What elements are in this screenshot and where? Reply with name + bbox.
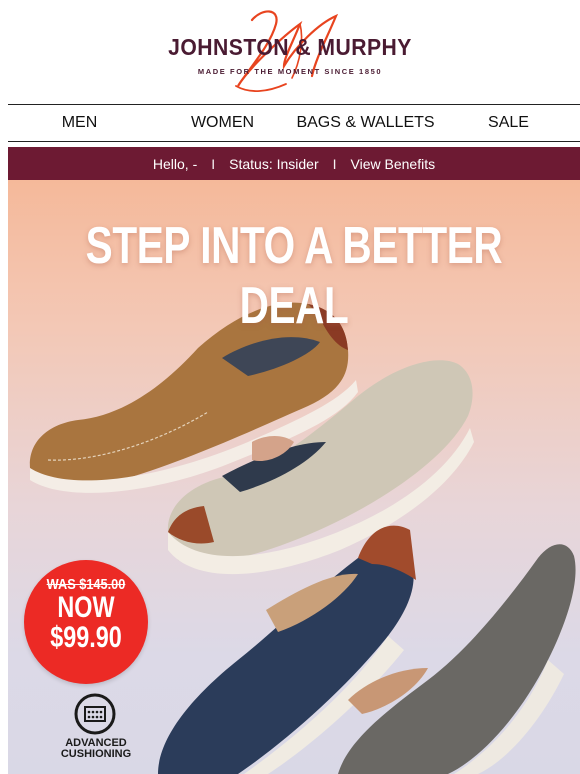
nav-item-women[interactable]: WOMEN xyxy=(151,114,294,132)
member-status: Status: Insider xyxy=(229,155,319,172)
hero-banner[interactable]: STEP INTO A BETTER DEAL xyxy=(8,180,580,774)
feature-label-line2: CUSHIONING xyxy=(60,748,132,760)
nav-bottom-divider xyxy=(8,141,580,142)
feature-label: ADVANCED CUSHIONING xyxy=(40,738,152,760)
brand-header[interactable]: JOHNSTON & MURPHY MADE FOR THE MOMENT SI… xyxy=(0,0,580,104)
price-badge[interactable]: WAS $145.00 NOW $99.90 xyxy=(24,560,148,684)
main-nav: MEN WOMEN BAGS & WALLETS SALE xyxy=(8,106,580,140)
member-bar: Hello, - I Status: Insider I View Benefi… xyxy=(8,147,580,180)
nav-item-sale[interactable]: SALE xyxy=(437,114,580,132)
cushion-icon xyxy=(74,693,116,735)
nav-item-men[interactable]: MEN xyxy=(8,114,151,132)
view-benefits-link[interactable]: View Benefits xyxy=(351,156,436,172)
now-label: NOW xyxy=(57,591,115,624)
nav-top-divider xyxy=(8,104,580,105)
nav-item-bags-wallets[interactable]: BAGS & WALLETS xyxy=(294,114,437,132)
member-greeting: Hello, - xyxy=(152,155,198,172)
sale-price: $99.90 xyxy=(50,621,122,654)
brand-name: JOHNSTON & MURPHY xyxy=(168,34,412,60)
hero-headline: STEP INTO A BETTER DEAL xyxy=(85,217,503,335)
brand-tagline: MADE FOR THE MOMENT SINCE 1850 xyxy=(197,67,383,76)
separator: I xyxy=(211,155,216,172)
separator: I xyxy=(332,155,337,172)
